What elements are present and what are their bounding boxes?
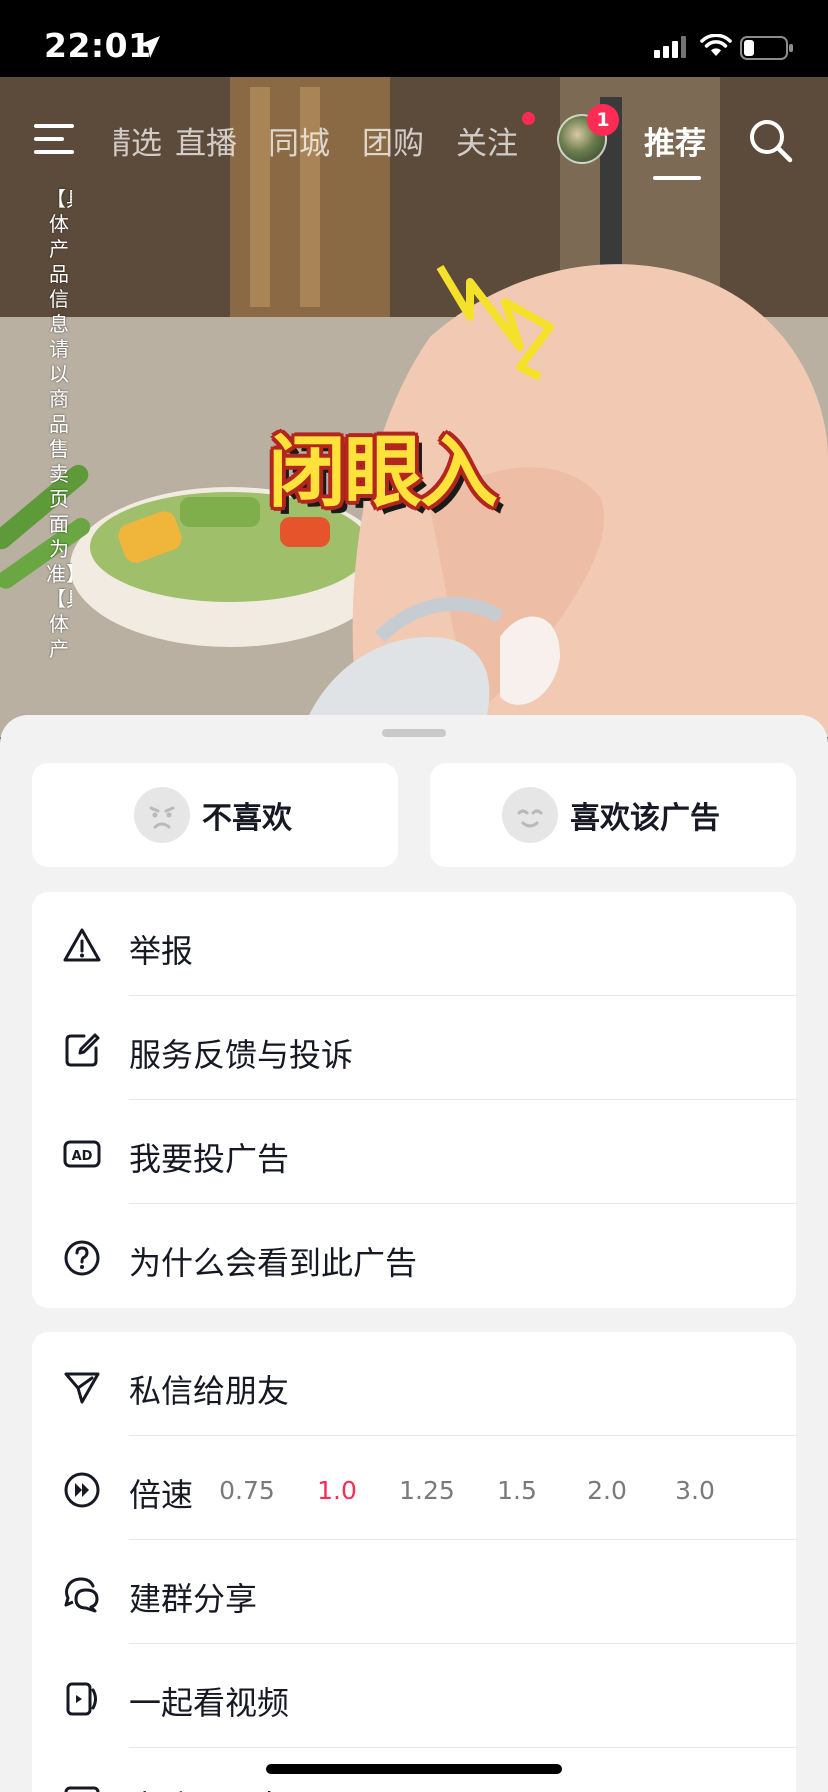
notification-badge: 1 <box>587 104 619 136</box>
active-tab-underline <box>653 176 701 180</box>
tab-recommended[interactable]: 推荐 <box>644 118 706 163</box>
tab-following[interactable]: 关注 <box>456 118 518 163</box>
like-ad-label: 喜欢该广告 <box>570 801 720 836</box>
ad-action-sheet: 不喜欢 喜欢该广告 举报 服务反馈与投诉 AD 我要投广告 为什么会看到此广告 … <box>0 715 828 1792</box>
chat-bubbles-icon <box>64 1577 99 1613</box>
ad-options-card: 举报 服务反馈与投诉 AD 我要投广告 为什么会看到此广告 <box>32 892 796 1308</box>
group-share-label: 建群分享 <box>129 1580 258 1618</box>
report-label: 举报 <box>129 932 194 970</box>
svg-text:AD: AD <box>72 1149 93 1164</box>
cellular-signal-icon <box>654 36 686 58</box>
tab-live[interactable]: 直播 <box>175 118 237 163</box>
speed-option-3.0[interactable]: 3.0 <box>660 1476 730 1505</box>
ad-icon: AD <box>63 1140 101 1168</box>
tab-group-buy[interactable]: 团购 <box>362 118 424 163</box>
pc-open-label: 电脑/Pad打开 <box>129 1782 326 1792</box>
location-arrow-icon <box>138 36 160 58</box>
tab-local[interactable]: 同城 <box>268 118 330 163</box>
following-new-dot <box>522 112 535 125</box>
menu-icon[interactable] <box>34 122 76 156</box>
speed-icon <box>64 1472 100 1508</box>
dislike-button[interactable]: 不喜欢 <box>32 763 398 867</box>
status-bar: 22:01 <box>0 0 828 77</box>
playback-speed-row: 倍速 0.75 1.0 1.25 1.5 2.0 3.0 <box>32 1436 796 1540</box>
watch-together-icon <box>66 1682 97 1716</box>
message-friend-row[interactable]: 私信给朋友 <box>32 1332 796 1436</box>
top-nav: 精选 直播 同城 团购 关注 1 推荐 <box>0 100 828 184</box>
sad-face-icon <box>134 787 190 843</box>
speed-option-2.0[interactable]: 2.0 <box>572 1476 642 1505</box>
group-share-row[interactable]: 建群分享 <box>32 1540 796 1644</box>
advertise-label: 我要投广告 <box>129 1140 290 1178</box>
speed-option-1.25[interactable]: 1.25 <box>392 1476 462 1505</box>
why-ad-row[interactable]: 为什么会看到此广告 <box>32 1204 796 1308</box>
smile-face-icon <box>502 787 558 843</box>
share-options-card: 私信给朋友 倍速 0.75 1.0 1.25 1.5 2.0 3.0 建群分享 … <box>32 1332 796 1792</box>
message-friend-label: 私信给朋友 <box>129 1372 290 1410</box>
watch-together-label: 一起看视频 <box>129 1684 290 1722</box>
watch-together-row[interactable]: 一起看视频 <box>32 1644 796 1748</box>
sheet-drag-handle[interactable] <box>382 729 446 737</box>
why-ad-label: 为什么会看到此广告 <box>129 1244 418 1282</box>
wifi-icon <box>700 34 732 56</box>
search-icon[interactable] <box>748 118 794 164</box>
speed-option-0.75[interactable]: 0.75 <box>212 1476 282 1505</box>
send-icon <box>64 1372 100 1404</box>
ad-disclaimer-text: 【具体产品信息请以商品售卖页面为准】【具体产 <box>46 187 72 661</box>
like-ad-button[interactable]: 喜欢该广告 <box>430 763 796 867</box>
speed-option-1.5[interactable]: 1.5 <box>482 1476 552 1505</box>
speed-option-1.0[interactable]: 1.0 <box>302 1476 372 1505</box>
feedback-label: 服务反馈与投诉 <box>129 1036 354 1074</box>
speed-label: 倍速 <box>129 1476 194 1514</box>
monitor-icon <box>64 1786 100 1792</box>
dislike-label: 不喜欢 <box>202 801 292 836</box>
home-indicator[interactable] <box>266 1764 562 1774</box>
video-caption: 闭眼入 <box>268 428 498 518</box>
battery-icon <box>740 36 793 60</box>
tab-featured[interactable]: 精选 <box>114 118 162 163</box>
question-icon <box>64 1240 100 1276</box>
feedback-row[interactable]: 服务反馈与投诉 <box>32 996 796 1100</box>
advertise-row[interactable]: AD 我要投广告 <box>32 1100 796 1204</box>
warning-icon <box>63 928 101 962</box>
edit-icon <box>65 1033 100 1067</box>
report-row[interactable]: 举报 <box>32 892 796 996</box>
